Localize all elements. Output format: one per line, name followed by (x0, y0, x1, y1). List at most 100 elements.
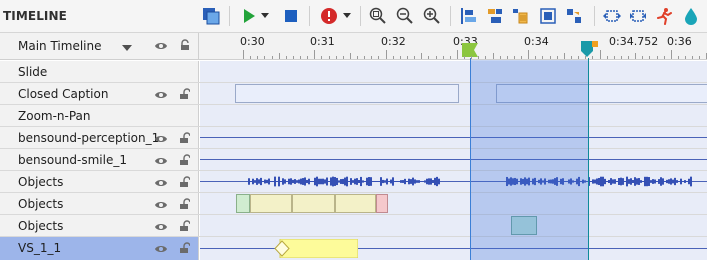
track-audio-smile[interactable]: bensound-smile_1 (0, 149, 707, 171)
play-dropdown-icon[interactable] (258, 5, 272, 27)
time-ruler[interactable]: 0:30 0:31 0:32 0:33 0:34 0:34.752 0:36 (200, 33, 707, 59)
ruler-tick (328, 56, 330, 59)
object-clip[interactable] (292, 194, 335, 213)
main-timeline-selector[interactable]: Main Timeline (0, 33, 199, 59)
track-label: Objects (18, 175, 64, 189)
play-icon[interactable] (238, 5, 260, 27)
track-objects-clips[interactable]: Objects (0, 193, 707, 215)
fit-icon[interactable] (537, 5, 559, 27)
unlock-icon[interactable] (180, 220, 191, 235)
waveform-bar (576, 178, 578, 185)
track-vs-1-1[interactable]: VS_1_1 (0, 237, 707, 260)
zoom-in-icon[interactable] (421, 5, 443, 27)
playhead-line[interactable] (588, 58, 589, 260)
audio-line (200, 159, 707, 160)
track-objects-teal[interactable]: Objects (0, 215, 707, 237)
unlock-icon[interactable] (180, 176, 191, 191)
object-clip[interactable] (236, 194, 250, 213)
unlock-icon[interactable] (180, 88, 191, 103)
ruler-tick (685, 56, 687, 59)
caption-clip[interactable] (235, 84, 459, 103)
track-area[interactable] (200, 215, 707, 236)
record-dropdown-icon[interactable] (340, 5, 354, 27)
track-header: Objects (0, 193, 199, 214)
track-audio-perception[interactable]: bensound-perception_1 (0, 127, 707, 149)
waveform-bar (362, 180, 364, 183)
eye-icon[interactable] (154, 133, 168, 147)
eye-icon[interactable] (154, 89, 168, 103)
track-area[interactable] (200, 149, 707, 170)
object-clip[interactable] (250, 194, 292, 213)
waveform-bar (564, 181, 566, 182)
zoom-fit-icon[interactable] (367, 5, 389, 27)
track-area[interactable] (200, 83, 707, 104)
unlock-icon[interactable] (180, 198, 191, 213)
waveform-bar (366, 177, 368, 186)
ruler-tick (342, 56, 344, 59)
eye-icon[interactable] (154, 221, 168, 235)
unlock-icon[interactable] (180, 242, 191, 257)
waveform-bar (506, 176, 508, 187)
track-closed-caption[interactable]: Closed Caption (0, 83, 707, 105)
eye-icon[interactable] (154, 243, 168, 257)
track-area[interactable] (200, 237, 707, 260)
layout-icon[interactable] (200, 5, 222, 27)
waveform-bar (554, 178, 556, 185)
split-icon[interactable] (563, 5, 585, 27)
track-area[interactable] (200, 171, 707, 192)
waveform-bar (342, 178, 344, 185)
track-area[interactable] (200, 193, 707, 214)
eye-icon[interactable] (154, 177, 168, 191)
track-area[interactable] (200, 61, 707, 82)
waveform-bar (510, 177, 512, 186)
unlock-icon[interactable] (180, 132, 191, 147)
ruler-tick (513, 56, 515, 59)
zoom-out-icon[interactable] (394, 5, 416, 27)
delete-icon[interactable] (509, 5, 531, 27)
waveform-bar (668, 179, 670, 184)
playhead-marker-icon[interactable] (580, 41, 598, 59)
expand-icon[interactable] (601, 5, 623, 27)
ruler-tick (471, 56, 473, 59)
track-objects-audio[interactable]: Objects (0, 171, 707, 193)
ruler-tick (620, 56, 622, 59)
track-header: bensound-perception_1 (0, 127, 199, 148)
waveform-bar (432, 180, 434, 183)
chevron-down-icon[interactable] (122, 41, 132, 55)
stop-icon[interactable] (280, 5, 302, 27)
object-clip[interactable] (335, 194, 376, 213)
video-clip[interactable] (273, 239, 358, 258)
track-area[interactable] (200, 127, 707, 148)
track-slide[interactable]: Slide (0, 61, 707, 83)
ruler-tick (243, 50, 244, 59)
object-clip[interactable] (376, 194, 388, 213)
track-area[interactable] (200, 105, 707, 126)
eye-icon[interactable] (154, 40, 168, 54)
waveform-bar (652, 179, 654, 184)
record-icon[interactable] (318, 5, 340, 27)
ruler-tick (563, 53, 565, 59)
audio-line (200, 137, 707, 138)
waveform-bar (404, 178, 406, 185)
track-header: VS_1_1 (0, 237, 199, 260)
drop-icon[interactable] (680, 5, 702, 27)
align-start-icon[interactable] (458, 5, 480, 27)
eye-icon[interactable] (154, 199, 168, 213)
caption-clip[interactable] (496, 84, 707, 103)
waveform-bar (604, 178, 606, 185)
waveform-bar (326, 177, 328, 186)
track-zoom-n-pan[interactable]: Zoom-n-Pan (0, 105, 707, 127)
unlock-icon[interactable] (180, 154, 191, 169)
eye-icon[interactable] (154, 155, 168, 169)
collapse-icon[interactable] (627, 5, 649, 27)
align-move-icon[interactable] (484, 5, 506, 27)
start-marker-icon[interactable] (462, 43, 478, 57)
lock-icon[interactable] (180, 39, 190, 54)
waveform-bar (438, 178, 440, 185)
waveform-bar (690, 176, 692, 187)
object-clip[interactable] (511, 216, 537, 235)
run-icon[interactable] (653, 5, 675, 27)
waveform-bar (346, 176, 348, 187)
ruler-tick (642, 56, 644, 59)
waveform-bar (296, 180, 298, 183)
